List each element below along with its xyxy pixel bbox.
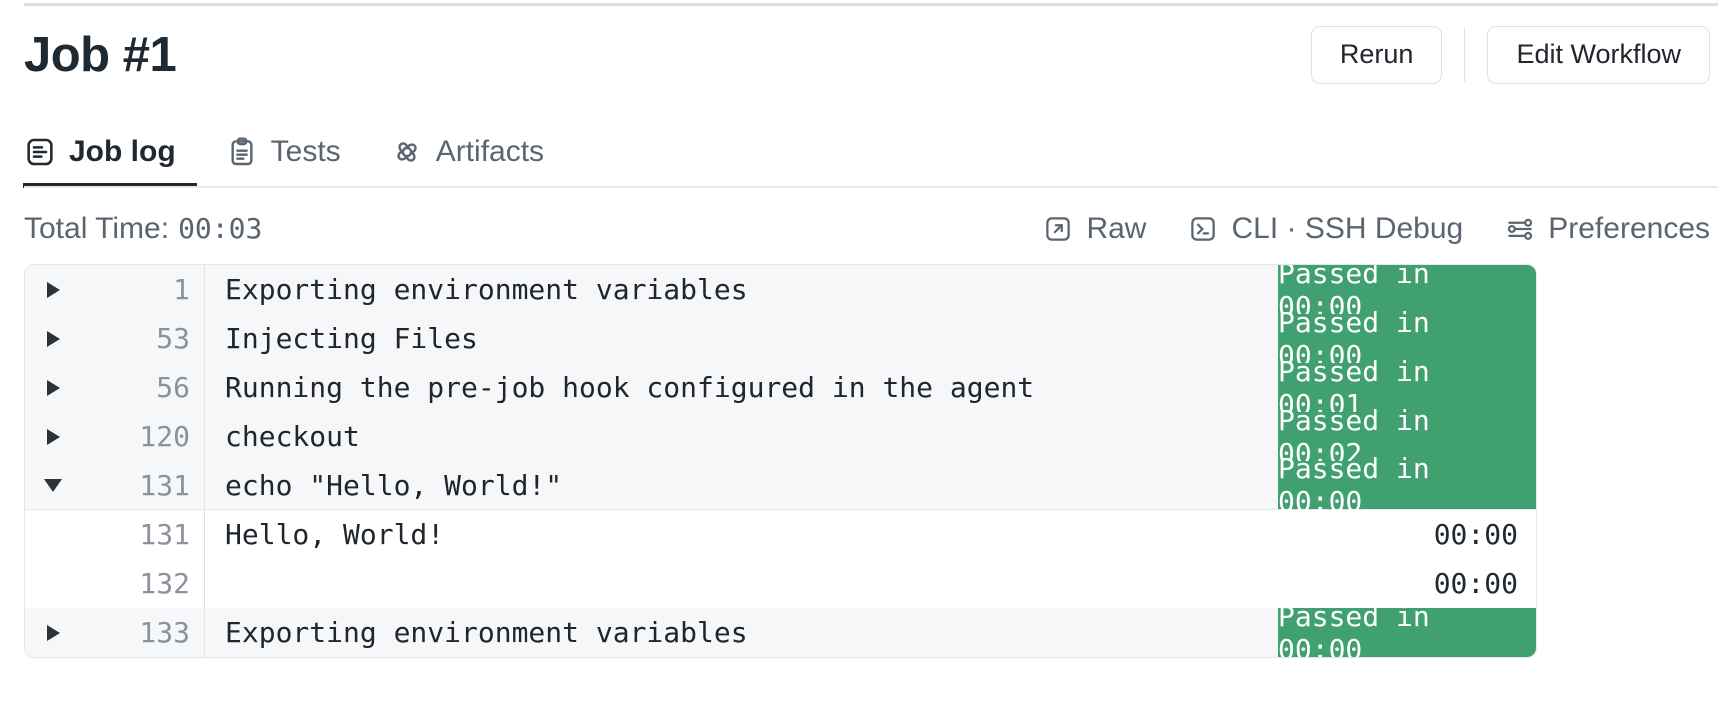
terminal-icon [1188,214,1218,244]
header-actions: Rerun Edit Workflow [1311,26,1710,83]
sliders-icon [1505,214,1535,244]
log-line-text: Running the pre-job hook configured in t… [205,363,1278,412]
total-time-label: Total Time: [24,212,169,246]
disclosure-toggle[interactable] [25,608,81,657]
preferences-link-label: Preferences [1548,212,1710,246]
caret-placeholder [25,559,81,608]
caret-right-icon [47,380,60,396]
log-row[interactable]: 133Exporting environment variablesPassed… [25,608,1536,657]
disclosure-toggle[interactable] [25,314,81,363]
status-badge: Passed in 00:00 [1278,608,1536,657]
disclosure-toggle[interactable] [25,461,81,509]
log-toolbar: Total Time: 00:03 Raw [0,198,1734,260]
log-row: 131Hello, World!00:00 [25,510,1536,559]
disclosure-toggle[interactable] [25,363,81,412]
log-line-number: 56 [81,363,205,412]
log-line-text: Injecting Files [205,314,1278,363]
disclosure-toggle[interactable] [25,412,81,461]
tab-tests[interactable]: Tests [226,116,365,188]
log-line-text: Exporting environment variables [205,265,1278,314]
log-line-text: checkout [205,412,1278,461]
raw-link[interactable]: Raw [1043,212,1146,246]
log-line-text [205,559,1278,608]
job-log-icon [24,136,56,168]
caret-right-icon [47,331,60,347]
tab-bar: Job log Tests [0,116,1734,188]
caret-right-icon [47,282,60,298]
log-line-text: Exporting environment variables [205,608,1278,657]
tests-clipboard-icon [226,136,258,168]
tab-bar-divider [24,186,1718,188]
caret-right-icon [47,429,60,445]
tab-job-log[interactable]: Job log [24,116,200,188]
header-action-divider [1464,28,1465,82]
log-line-duration: 00:00 [1278,510,1536,559]
artifacts-icon [391,136,423,168]
external-link-icon [1043,214,1073,244]
edit-workflow-button[interactable]: Edit Workflow [1487,26,1710,83]
page-title: Job #1 [24,31,176,80]
log-line-number: 53 [81,314,205,363]
log-line-number: 131 [81,461,205,509]
log-row[interactable]: 131echo "Hello, World!"Passed in 00:00 [25,461,1536,510]
total-time: Total Time: 00:03 [24,212,262,246]
tab-tests-label: Tests [271,135,341,169]
raw-link-label: Raw [1086,212,1146,246]
log-line-number: 132 [81,559,205,608]
log-line-number: 120 [81,412,205,461]
tab-job-log-label: Job log [69,135,176,169]
caret-placeholder [25,510,81,559]
status-badge: Passed in 00:00 [1278,461,1536,509]
toolbar-actions: Raw CLI · SSH Debug [1043,212,1710,246]
log-line-text: echo "Hello, World!" [205,461,1278,509]
job-page: Job #1 Rerun Edit Workflow Job log [0,0,1734,710]
rerun-button[interactable]: Rerun [1311,26,1443,83]
cli-ssh-debug-link[interactable]: CLI · SSH Debug [1188,212,1463,246]
total-time-value: 00:03 [178,212,262,245]
log-line-number: 131 [81,510,205,559]
log-line-text: Hello, World! [205,510,1278,559]
caret-down-icon [44,479,62,492]
cli-ssh-debug-label: CLI · SSH Debug [1231,212,1463,246]
top-divider [24,3,1718,6]
caret-right-icon [47,625,60,641]
log-line-number: 133 [81,608,205,657]
job-log-panel: 1Exporting environment variablesPassed i… [24,264,1537,658]
preferences-link[interactable]: Preferences [1505,212,1710,246]
disclosure-toggle[interactable] [25,265,81,314]
tab-artifacts-label: Artifacts [436,135,544,169]
page-header: Job #1 Rerun Edit Workflow [0,12,1734,98]
log-line-number: 1 [81,265,205,314]
tab-artifacts[interactable]: Artifacts [391,116,568,188]
